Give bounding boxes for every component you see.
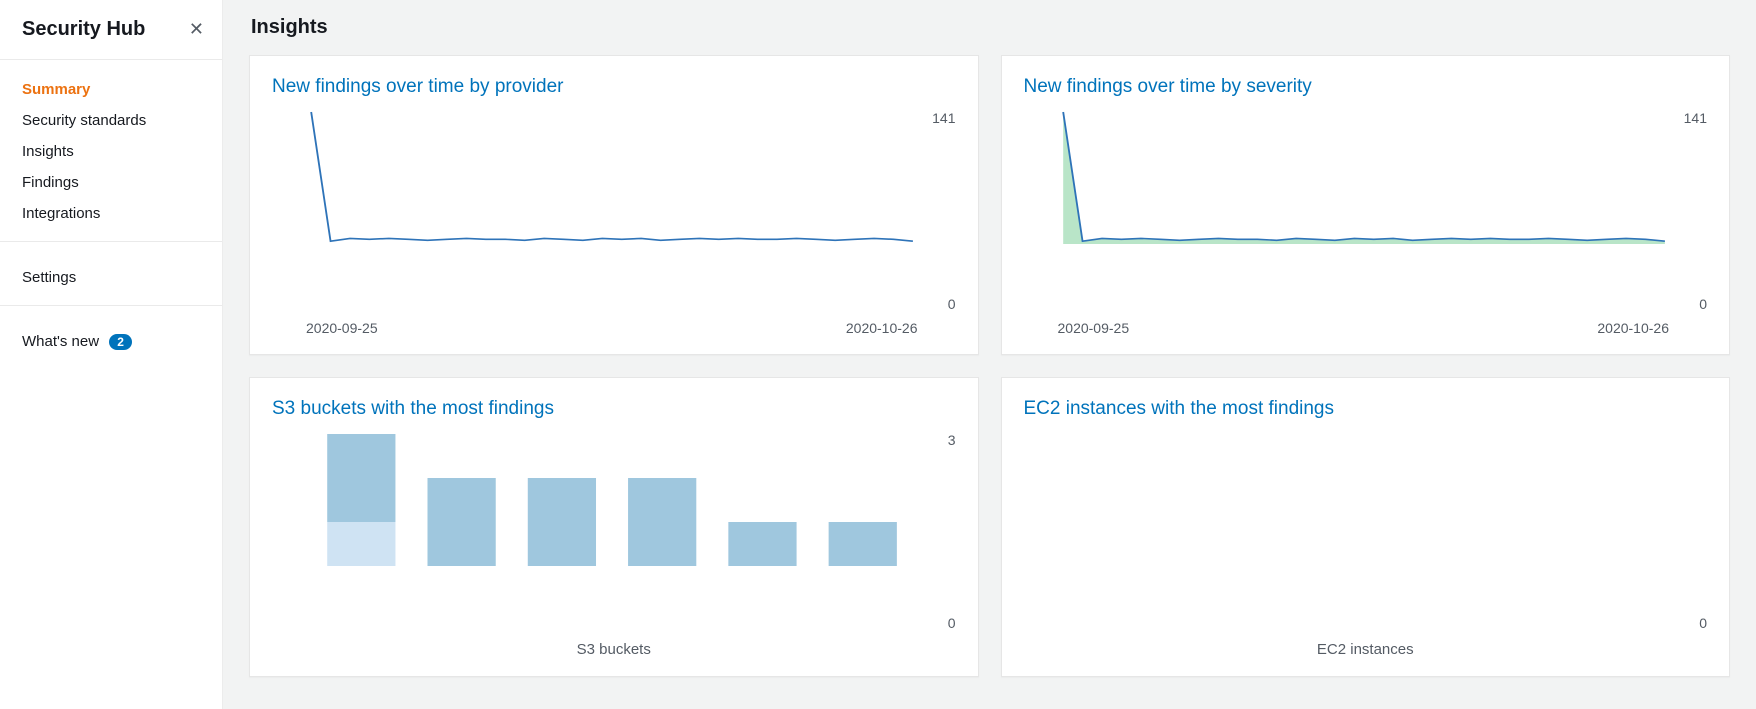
nav-list-2: Settings xyxy=(0,248,222,299)
main-content: Insights New findings over time by provi… xyxy=(223,0,1756,709)
nav-separator xyxy=(0,305,222,306)
card-ec2-title[interactable]: EC2 instances with the most findings xyxy=(1024,398,1708,420)
card-s3: S3 buckets with the most findings 3 0 S3… xyxy=(249,377,979,677)
nav-label: Integrations xyxy=(22,205,100,222)
sidebar: Security Hub ✕ Summary Security standard… xyxy=(0,0,223,709)
ymax: 141 xyxy=(1684,110,1707,126)
nav-label: Security standards xyxy=(22,112,146,129)
nav-label: Insights xyxy=(22,143,74,160)
xstart: 2020-09-25 xyxy=(1058,320,1130,336)
chart-plot xyxy=(272,430,918,633)
chart-yaxis: 0 xyxy=(1669,430,1707,633)
chart-s3: 3 0 S3 buckets xyxy=(272,430,956,658)
ymin: 0 xyxy=(1699,615,1707,631)
ymin: 0 xyxy=(948,296,956,312)
nav-separator xyxy=(0,241,222,242)
close-icon[interactable]: ✕ xyxy=(189,19,204,40)
card-severity-title[interactable]: New findings over time by severity xyxy=(1024,76,1708,98)
nav-list: Summary Security standards Insights Find… xyxy=(0,60,222,235)
cards-grid: New findings over time by provider 141 0… xyxy=(249,55,1730,677)
chart-provider: 141 0 2020-09-25 2020-10-26 xyxy=(272,108,956,336)
chart-xlabel: EC2 instances xyxy=(1024,633,1708,658)
nav-findings[interactable]: Findings xyxy=(0,167,222,198)
chart-plot xyxy=(1024,108,1670,314)
nav-label: What's new xyxy=(22,333,99,350)
nav-whatsnew[interactable]: What's new 2 xyxy=(0,326,222,357)
nav-label: Findings xyxy=(22,174,79,191)
xstart: 2020-09-25 xyxy=(306,320,378,336)
nav-settings[interactable]: Settings xyxy=(0,262,222,293)
nav-label: Summary xyxy=(22,81,90,98)
xend: 2020-10-26 xyxy=(846,320,918,336)
chart-yaxis: 3 0 xyxy=(918,430,956,633)
ymin: 0 xyxy=(948,615,956,631)
whatsnew-badge: 2 xyxy=(109,334,132,350)
card-ec2: EC2 instances with the most findings 0 E… xyxy=(1001,377,1731,677)
card-provider-title[interactable]: New findings over time by provider xyxy=(272,76,956,98)
card-s3-title[interactable]: S3 buckets with the most findings xyxy=(272,398,956,420)
page-title: Insights xyxy=(251,16,1730,39)
nav-integrations[interactable]: Integrations xyxy=(0,198,222,229)
sidebar-title: Security Hub xyxy=(22,18,145,41)
chart-xaxis: 2020-09-25 2020-10-26 xyxy=(272,314,956,336)
chart-severity: 141 0 2020-09-25 2020-10-26 xyxy=(1024,108,1708,336)
chart-yaxis: 141 0 xyxy=(918,108,956,314)
chart-plot xyxy=(272,108,918,314)
sidebar-header: Security Hub ✕ xyxy=(0,14,222,60)
nav-label: Settings xyxy=(22,269,76,286)
nav-summary[interactable]: Summary xyxy=(0,74,222,105)
card-severity: New findings over time by severity 141 0… xyxy=(1001,55,1731,355)
xend: 2020-10-26 xyxy=(1597,320,1669,336)
ymax: 3 xyxy=(948,432,956,448)
chart-yaxis: 141 0 xyxy=(1669,108,1707,314)
ymax: 141 xyxy=(932,110,955,126)
chart-xlabel: S3 buckets xyxy=(272,633,956,658)
nav-standards[interactable]: Security standards xyxy=(0,105,222,136)
card-provider: New findings over time by provider 141 0… xyxy=(249,55,979,355)
nav-list-3: What's new 2 xyxy=(0,312,222,363)
chart-plot xyxy=(1024,430,1670,633)
chart-ec2: 0 EC2 instances xyxy=(1024,430,1708,658)
chart-xaxis: 2020-09-25 2020-10-26 xyxy=(1024,314,1708,336)
nav-insights[interactable]: Insights xyxy=(0,136,222,167)
ymin: 0 xyxy=(1699,296,1707,312)
